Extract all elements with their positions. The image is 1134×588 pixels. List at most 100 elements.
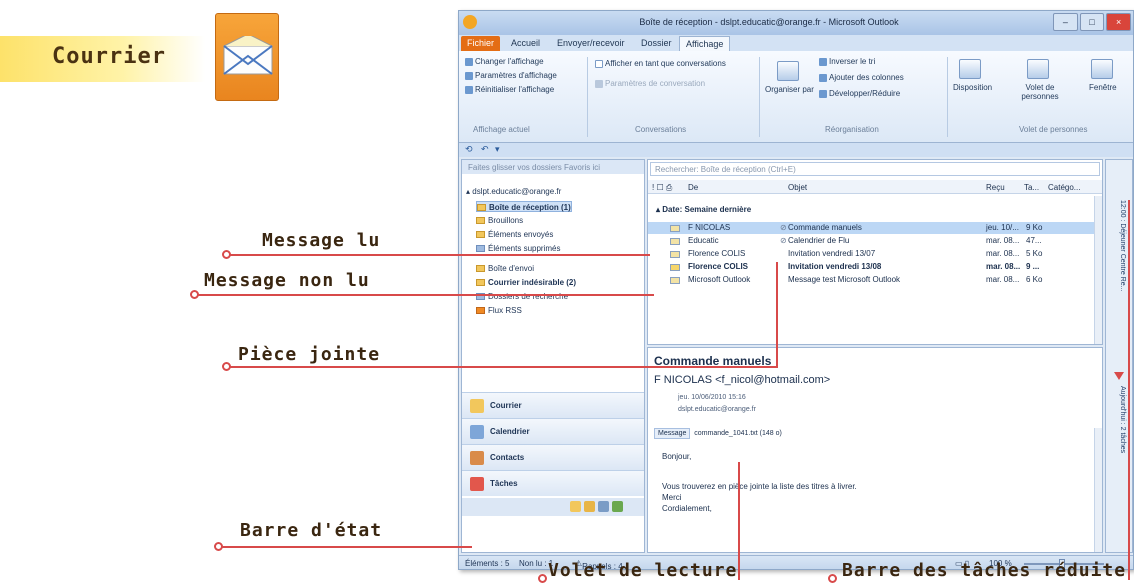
journal-icon[interactable]: [612, 501, 623, 512]
body-line: Merci: [662, 493, 682, 502]
reverse-sort-button[interactable]: Inverser le tri: [819, 57, 875, 66]
body-line: Cordialement,: [662, 504, 712, 513]
reader-sent-date: jeu. 10/06/2010 15:16: [678, 394, 746, 401]
message-list-scrollbar[interactable]: [1094, 196, 1102, 344]
window-button[interactable]: Fenêtre: [1089, 83, 1117, 92]
status-items-count: Éléments : 5: [465, 559, 510, 568]
folder-icon: [477, 204, 486, 212]
callout-line: [738, 462, 740, 580]
column-received[interactable]: Reçu: [986, 183, 1005, 192]
send-receive-icon[interactable]: ⟲: [465, 144, 473, 155]
arrange-by-icon[interactable]: [777, 61, 799, 81]
callout-line: [230, 254, 650, 256]
tab-send-receive[interactable]: Envoyer/recevoir: [551, 36, 631, 51]
conversation-settings-button[interactable]: Paramètres de conversation: [595, 79, 705, 88]
message-tab[interactable]: Message: [654, 428, 691, 439]
layout-icon[interactable]: [959, 59, 981, 79]
arrange-by-button[interactable]: Organiser par: [765, 85, 814, 94]
callout-line: [230, 366, 778, 368]
callout-line: [776, 262, 778, 366]
reader-recipient[interactable]: dslpt.educatic@orange.fr: [678, 406, 756, 413]
read-envelope-icon: [670, 277, 680, 284]
flag-icon: [1114, 372, 1124, 380]
folder-junk[interactable]: Courrier indésirable (2): [476, 277, 576, 288]
column-subject[interactable]: Objet: [788, 183, 807, 192]
customize-toolbar-icon[interactable]: ▾: [495, 144, 500, 155]
folder-inbox[interactable]: Boîte de réception (1): [476, 201, 572, 212]
ribbon-tabs: Fichier Accueil Envoyer/recevoir Dossier…: [459, 35, 1133, 51]
folder-rss[interactable]: Flux RSS: [476, 305, 522, 316]
tab-folder[interactable]: Dossier: [635, 36, 678, 51]
folder-deleted[interactable]: Éléments supprimés: [476, 243, 560, 254]
group-header[interactable]: ▴ Date: Semaine dernière: [656, 205, 751, 214]
shortcuts-icon[interactable]: [598, 501, 609, 512]
read-envelope-icon: [670, 225, 680, 232]
folder-icon: [476, 265, 485, 273]
column-category[interactable]: Catégo...: [1048, 183, 1080, 192]
callout-dot: [828, 574, 837, 583]
layout-button[interactable]: Disposition: [953, 83, 992, 92]
nav-button-calendar[interactable]: Calendrier: [462, 418, 644, 444]
favorites-header: Faites glisser vos dossiers Favoris ici: [462, 160, 644, 174]
window-group-icon[interactable]: [1091, 59, 1113, 79]
show-conversations-checkbox[interactable]: Afficher en tant que conversations: [595, 59, 726, 68]
message-row[interactable]: Florence COLIS Invitation vendredi 13/07…: [648, 248, 1094, 260]
folder-sent[interactable]: Éléments envoyés: [476, 229, 553, 240]
outlook-icon[interactable]: [463, 15, 477, 29]
reading-pane-scrollbar[interactable]: [1094, 428, 1102, 552]
callout-line: [222, 546, 472, 548]
message-row[interactable]: F NICOLAS ⊘ Commande manuels jeu. 10/...…: [648, 222, 1094, 234]
group-conversations: Conversations: [635, 125, 687, 134]
todo-tasks[interactable]: Aujourd'hui : 2 tâches: [1119, 386, 1126, 453]
column-icons[interactable]: ! ☐ ⎙: [652, 183, 672, 193]
search-input[interactable]: Rechercher: Boîte de réception (Ctrl+E): [650, 162, 1100, 176]
callout-status-bar: Barre d'état: [240, 520, 383, 541]
reading-pane: Commande manuels F NICOLAS <f_nicol@hotm…: [647, 347, 1103, 553]
add-columns-button[interactable]: Ajouter des colonnes: [819, 73, 904, 82]
folder-drafts[interactable]: Brouillons: [476, 215, 523, 226]
column-headers: ! ☐ ⎙ De Objet Reçu Ta... Catégo...: [648, 180, 1102, 194]
nav-button-mail[interactable]: Courrier: [462, 392, 644, 418]
quick-access-toolbar: ⟲ ↶ ▾: [459, 143, 1133, 157]
attachment-bar: Message commande_1041.txt (148 o): [654, 428, 782, 439]
navigation-pane: Faites glisser vos dossiers Favoris ici …: [461, 159, 645, 553]
folder-list-icon[interactable]: [570, 501, 581, 512]
notes-icon[interactable]: [584, 501, 595, 512]
people-pane-icon[interactable]: [1027, 59, 1049, 79]
close-button[interactable]: ×: [1106, 13, 1132, 31]
folder-icon: [476, 231, 485, 239]
column-from[interactable]: De: [688, 183, 698, 192]
account-node[interactable]: ▴ dslpt.educatic@orange.fr: [466, 186, 561, 197]
ribbon: Changer l'affichage Paramètres d'afficha…: [459, 51, 1133, 143]
section-title: Courrier: [52, 44, 166, 69]
reader-sender[interactable]: F NICOLAS <f_nicol@hotmail.com>: [654, 374, 830, 386]
nav-button-contacts[interactable]: Contacts: [462, 444, 644, 470]
message-row[interactable]: Microsoft Outlook Message test Microsoft…: [648, 274, 1094, 286]
folder-search[interactable]: Dossiers de recherche: [476, 291, 568, 302]
todo-appointment[interactable]: 12:00 : Déjeuner Centre Re...: [1119, 200, 1126, 291]
title-bar: Boîte de réception - dslpt.educatic@oran…: [459, 11, 1133, 35]
tab-file[interactable]: Fichier: [461, 36, 501, 51]
tab-view[interactable]: Affichage: [679, 36, 731, 51]
callout-unread-message: Message non lu: [204, 270, 370, 291]
maximize-button[interactable]: □: [1079, 13, 1105, 31]
nav-button-tasks[interactable]: Tâches: [462, 470, 644, 496]
message-row-unread[interactable]: Florence COLIS Invitation vendredi 13/08…: [648, 261, 1094, 273]
tab-home[interactable]: Accueil: [505, 36, 546, 51]
contacts-icon: [470, 451, 484, 465]
change-view-button[interactable]: Changer l'affichage: [465, 57, 544, 66]
minimize-button[interactable]: –: [1053, 13, 1078, 31]
body-line: Bonjour,: [662, 452, 692, 461]
message-row[interactable]: Educatic ⊘ Calendrier de Flu mar. 08... …: [648, 235, 1094, 247]
undo-icon[interactable]: ↶: [481, 144, 489, 155]
reset-view-button[interactable]: Réinitialiser l'affichage: [465, 85, 554, 94]
folder-outbox[interactable]: Boîte d'envoi: [476, 263, 534, 274]
outlook-window: Boîte de réception - dslpt.educatic@oran…: [458, 10, 1134, 570]
callout-line: [1128, 200, 1130, 580]
view-settings-button[interactable]: Paramètres d'affichage: [465, 71, 557, 80]
callout-todo-bar: Barre des tâches réduite: [842, 560, 1127, 581]
column-size[interactable]: Ta...: [1024, 183, 1039, 192]
people-pane-button[interactable]: Volet de personnes: [1015, 83, 1065, 101]
attachment-file[interactable]: commande_1041.txt (148 o): [694, 430, 782, 437]
expand-collapse-button[interactable]: Développer/Réduire: [819, 89, 900, 98]
